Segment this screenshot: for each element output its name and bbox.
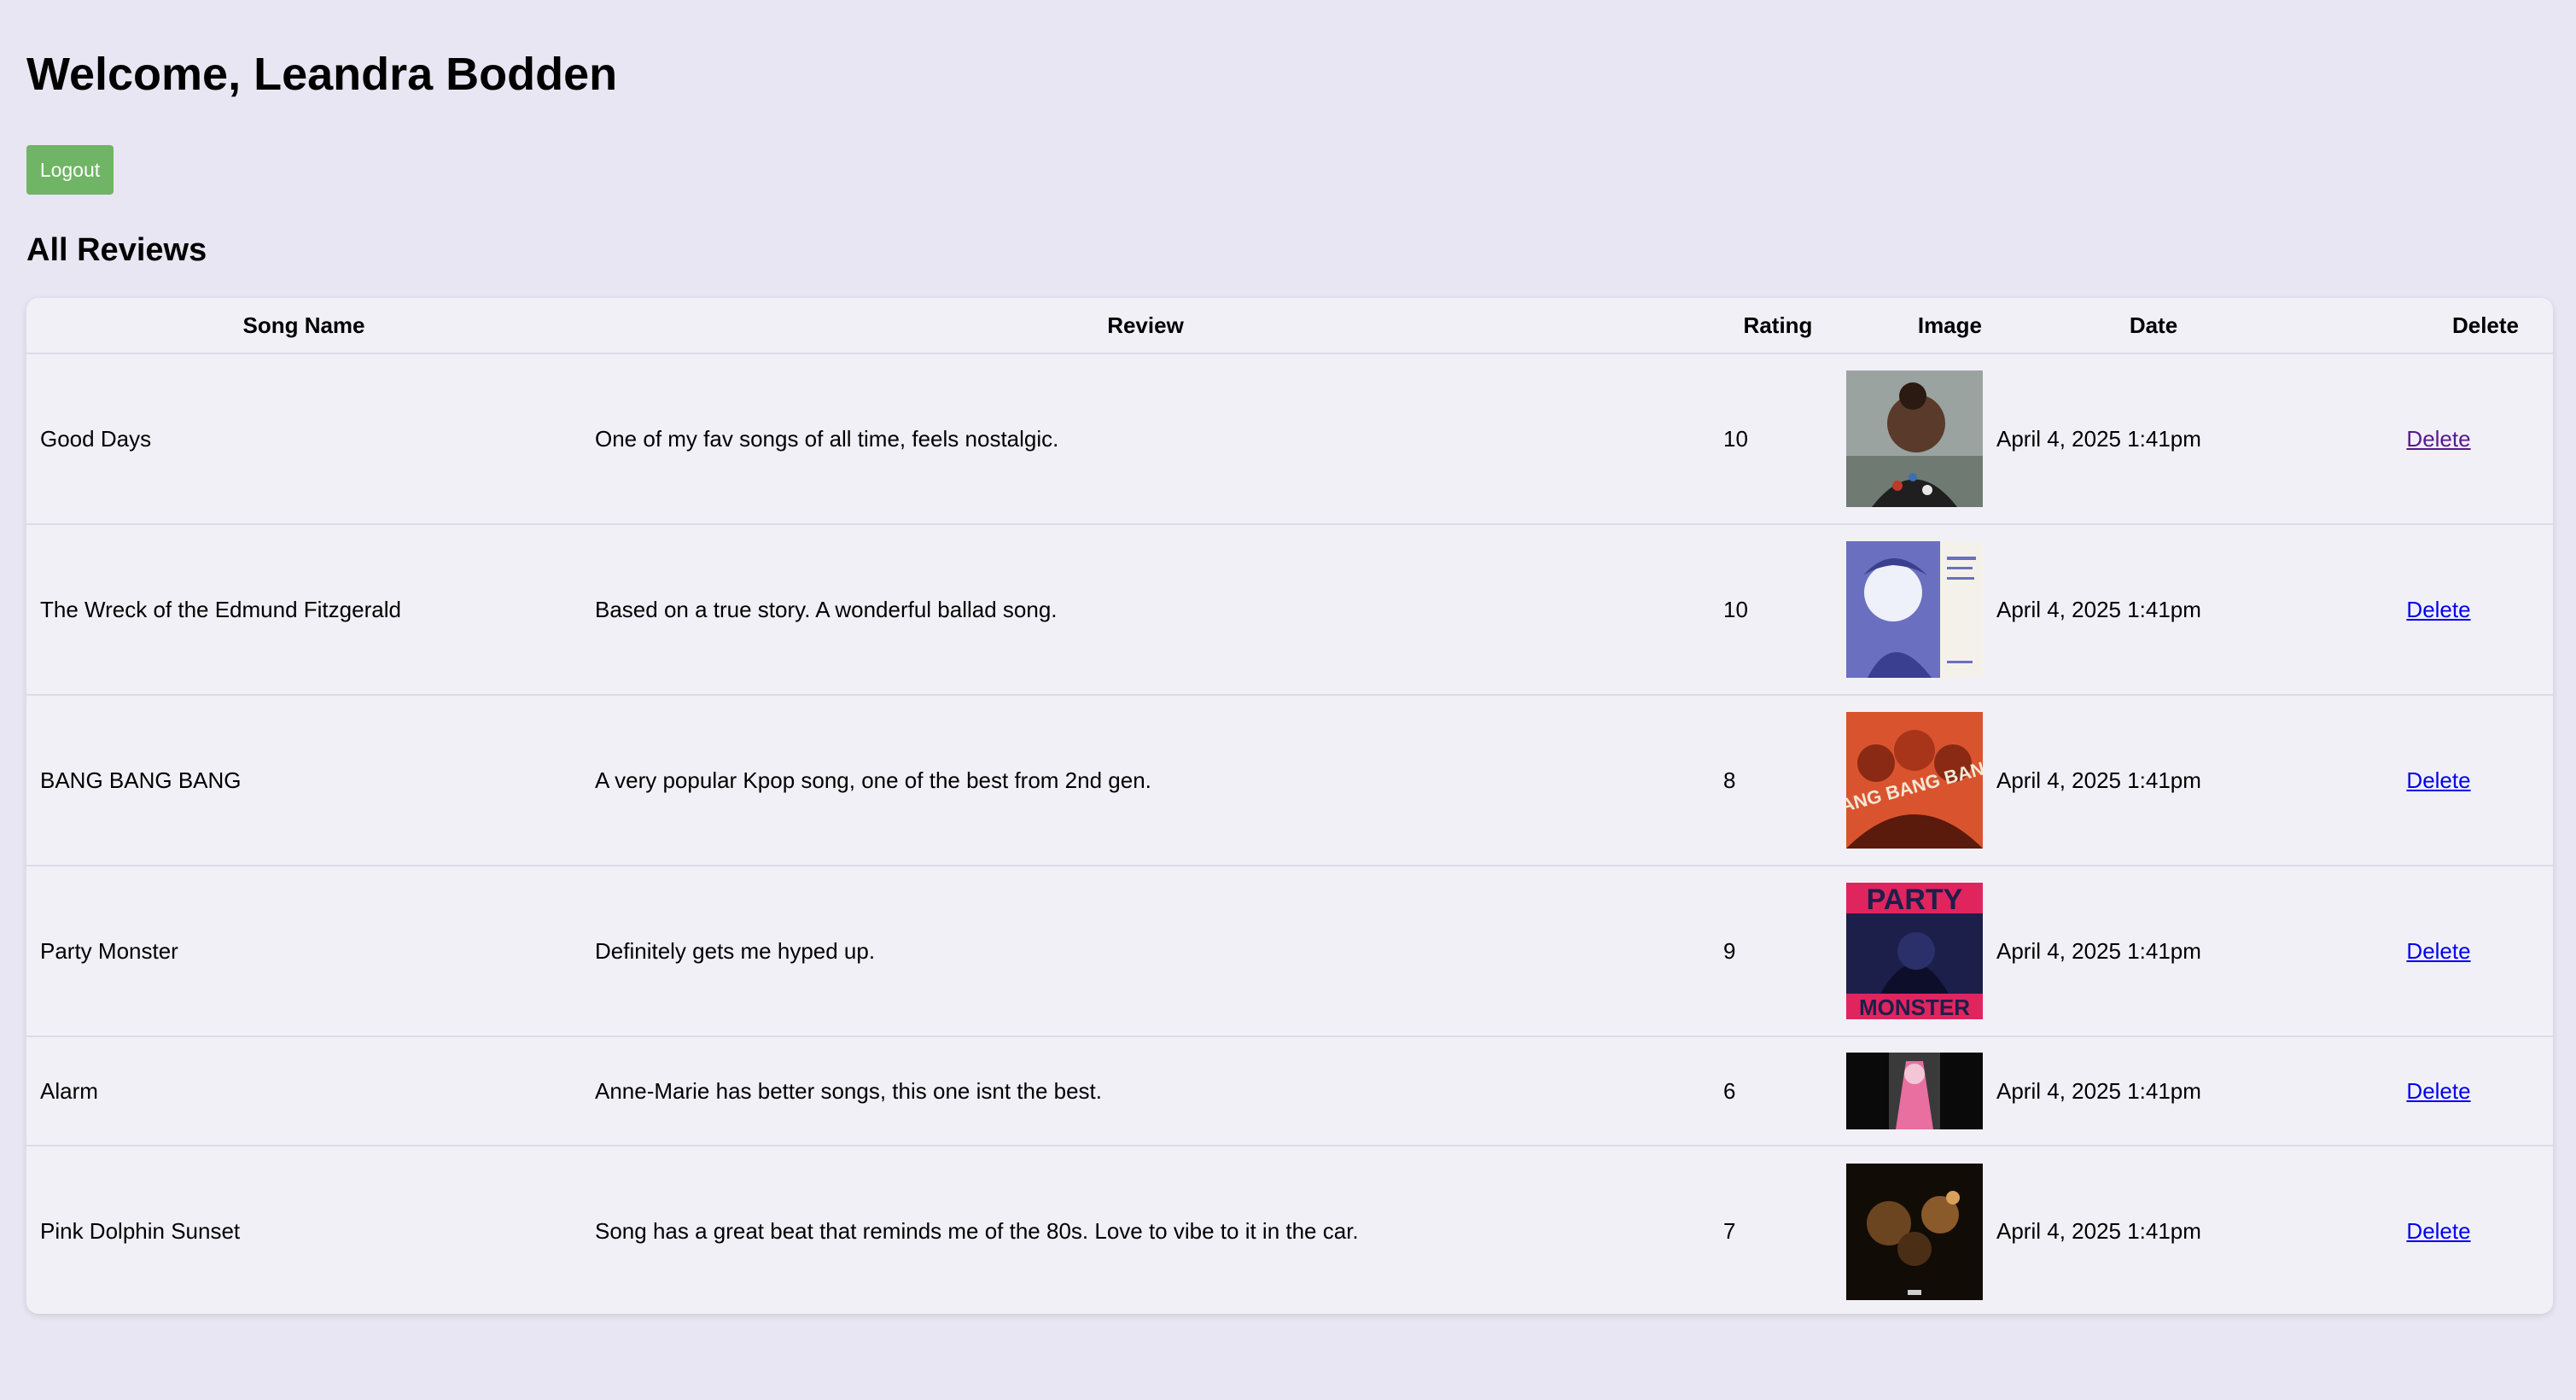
table-row: Good Days One of my fav songs of all tim…: [26, 353, 2553, 525]
review-text: Song has a great beat that reminds me of…: [595, 1218, 1359, 1244]
review-text: Based on a true story. A wonderful balla…: [581, 524, 1710, 696]
col-header-image: Image: [1846, 298, 1983, 354]
image-cell: [1846, 524, 1983, 696]
album-cover-image: [1846, 1163, 1983, 1300]
review-date: April 4, 2025 1:41pm: [1983, 353, 2324, 525]
album-cover-image: [1846, 1053, 1983, 1129]
page-title: Welcome, Leandra Bodden: [26, 49, 618, 100]
album-cover-image: [1846, 370, 1983, 507]
logout-button[interactable]: Logout: [26, 145, 114, 195]
review-text: Anne-Marie has better songs, this one is…: [581, 1036, 1710, 1146]
review-date: April 4, 2025 1:41pm: [1996, 1218, 2201, 1244]
table-header-row: Song Name Review Rating Image Date Delet…: [26, 298, 2553, 354]
image-cell: PARTY MONSTER: [1846, 866, 1983, 1037]
reviews-table-card: Song Name Review Rating Image Date Delet…: [26, 298, 2553, 1314]
table-row: BANG BANG BANG A very popular Kpop song,…: [26, 695, 2553, 866]
rating: 10: [1710, 353, 1846, 525]
album-cover-image: [1846, 541, 1983, 678]
table-row: The Wreck of the Edmund Fitzgerald Based…: [26, 524, 2553, 696]
image-cell: [1846, 1036, 1983, 1146]
song-name: The Wreck of the Edmund Fitzgerald: [26, 524, 581, 696]
delete-link[interactable]: Delete: [2406, 426, 2470, 452]
section-title: All Reviews: [26, 232, 207, 268]
song-name: Alarm: [26, 1036, 581, 1146]
col-header-rating: Rating: [1710, 298, 1846, 354]
album-art-text: PARTY: [1867, 884, 1963, 916]
delete-link[interactable]: Delete: [2406, 938, 2470, 964]
review-text: One of my fav songs of all time, feels n…: [581, 353, 1710, 525]
review-date: April 4, 2025 1:41pm: [1983, 695, 2324, 866]
col-header-delete: Delete: [2324, 298, 2553, 354]
table-row: Alarm Anne-Marie has better songs, this …: [26, 1036, 2553, 1146]
review-date: April 4, 2025 1:41pm: [1983, 1036, 2324, 1146]
table-row: Pink Dolphin Sunset Song has a great bea…: [26, 1146, 2553, 1314]
delete-link[interactable]: Delete: [2406, 767, 2470, 793]
album-cover-image: PARTY MONSTER: [1846, 883, 1983, 1019]
reviews-table: Song Name Review Rating Image Date Delet…: [26, 298, 2553, 1314]
table-row: Party Monster Definitely gets me hyped u…: [26, 866, 2553, 1037]
col-header-review: Review: [581, 298, 1710, 354]
delete-link[interactable]: Delete: [2406, 1078, 2470, 1104]
delete-link[interactable]: Delete: [2406, 597, 2470, 622]
album-art-text: MONSTER: [1859, 995, 1970, 1019]
song-name: BANG BANG BANG: [26, 695, 581, 866]
song-name: Pink Dolphin Sunset: [40, 1218, 241, 1244]
image-cell: BANG BANG BANG: [1846, 695, 1983, 866]
review-date: April 4, 2025 1:41pm: [1983, 866, 2324, 1037]
rating: 10: [1710, 524, 1846, 696]
review-text: Definitely gets me hyped up.: [581, 866, 1710, 1037]
image-cell: [1846, 353, 1983, 525]
delete-link[interactable]: Delete: [2406, 1218, 2470, 1244]
col-header-date: Date: [1983, 298, 2324, 354]
rating: 7: [1723, 1218, 1736, 1244]
review-text: A very popular Kpop song, one of the bes…: [581, 695, 1710, 866]
image-cell: [1846, 1146, 1983, 1314]
album-cover-image: BANG BANG BANG: [1846, 712, 1983, 849]
col-header-song: Song Name: [26, 298, 581, 354]
review-date: April 4, 2025 1:41pm: [1983, 524, 2324, 696]
song-name: Party Monster: [26, 866, 581, 1037]
rating: 9: [1710, 866, 1846, 1037]
rating: 6: [1710, 1036, 1846, 1146]
song-name: Good Days: [26, 353, 581, 525]
rating: 8: [1710, 695, 1846, 866]
